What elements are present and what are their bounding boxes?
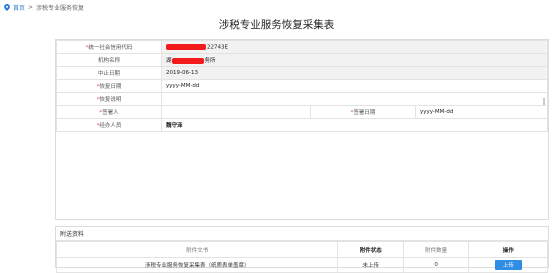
upload-button[interactable]: 上传 [494,260,522,270]
col-count-header: 附件数量 [402,241,470,258]
location-pin-icon [4,4,10,11]
row-credit-code: *统一社会信用代码 22743E [56,40,548,54]
row-restore-date: *恢复日期 yyyy-MM-dd [56,79,548,93]
suspend-date-label: 中止日期 [56,66,162,80]
org-name-value: 湖务所 [161,53,548,67]
col-action-header: 操作 [468,241,548,258]
row-org-name: 机构名称 湖务所 [56,53,548,67]
row-handler: *经办人员 魏守泽 [56,118,548,132]
row-restore-desc: *恢复说明 [56,92,548,106]
handler-value: 魏守泽 [161,118,548,132]
page-title: 涉税专业服务恢复采集表 [218,19,335,31]
handler-label: *经办人员 [56,118,162,132]
attachment-count: 0 [402,257,470,273]
sign-date-input[interactable]: yyyy-MM-dd [415,105,548,119]
breadcrumb-current: 涉税专业服务恢复 [36,5,85,12]
table-row: 涉税专业服务恢复采集表（纸质表单盖章） 未上传 0 上传 [55,257,548,273]
signer-input[interactable] [161,105,311,119]
credit-code-label: *统一社会信用代码 [56,40,162,54]
scroll-down-arrow[interactable] [543,98,545,102]
credit-code-value: 22743E [161,40,548,54]
redaction-mark [171,57,204,64]
attachment-heading: 附送资料 [56,227,548,241]
restore-date-input[interactable]: yyyy-MM-dd [161,79,548,93]
org-name-label: 机构名称 [56,53,162,67]
restore-date-label: *恢复日期 [56,79,162,93]
suspend-date-value: 2019-06-13 [161,66,548,80]
attachment-doc-name: 涉税专业服务恢复采集表（纸质表单盖章） [55,257,339,273]
attachment-section: 附送资料 附件文书 附件状态 附件数量 操作 涉税专业服务恢复采集表（纸质表单盖… [55,226,549,273]
redaction-mark [166,43,206,50]
attachment-table: 附件文书 附件状态 附件数量 操作 涉税专业服务恢复采集表（纸质表单盖章） 未上… [55,241,548,273]
collection-form: *统一社会信用代码 22743E 机构名称 湖务所 中止日期 2019-06-1… [55,39,549,220]
restore-desc-textarea[interactable] [161,92,548,106]
attachment-status: 未上传 [337,257,404,273]
col-status-header: 附件状态 [337,241,404,258]
breadcrumb-separator: > [28,4,34,11]
row-suspend-date: 中止日期 2019-06-13 [56,66,548,80]
signer-label: *签署人 [56,105,162,119]
attachment-action: 上传 [468,257,548,273]
sign-date-label: *签署日期 [310,105,416,119]
row-signer: *签署人 *签署日期 yyyy-MM-dd [56,105,548,119]
restore-desc-label: *恢复说明 [56,92,162,106]
col-doc-header: 附件文书 [55,241,339,258]
breadcrumb-home-link[interactable]: 首页 [13,3,25,12]
breadcrumb: 首页 > 涉税专业服务恢复 [4,3,84,12]
